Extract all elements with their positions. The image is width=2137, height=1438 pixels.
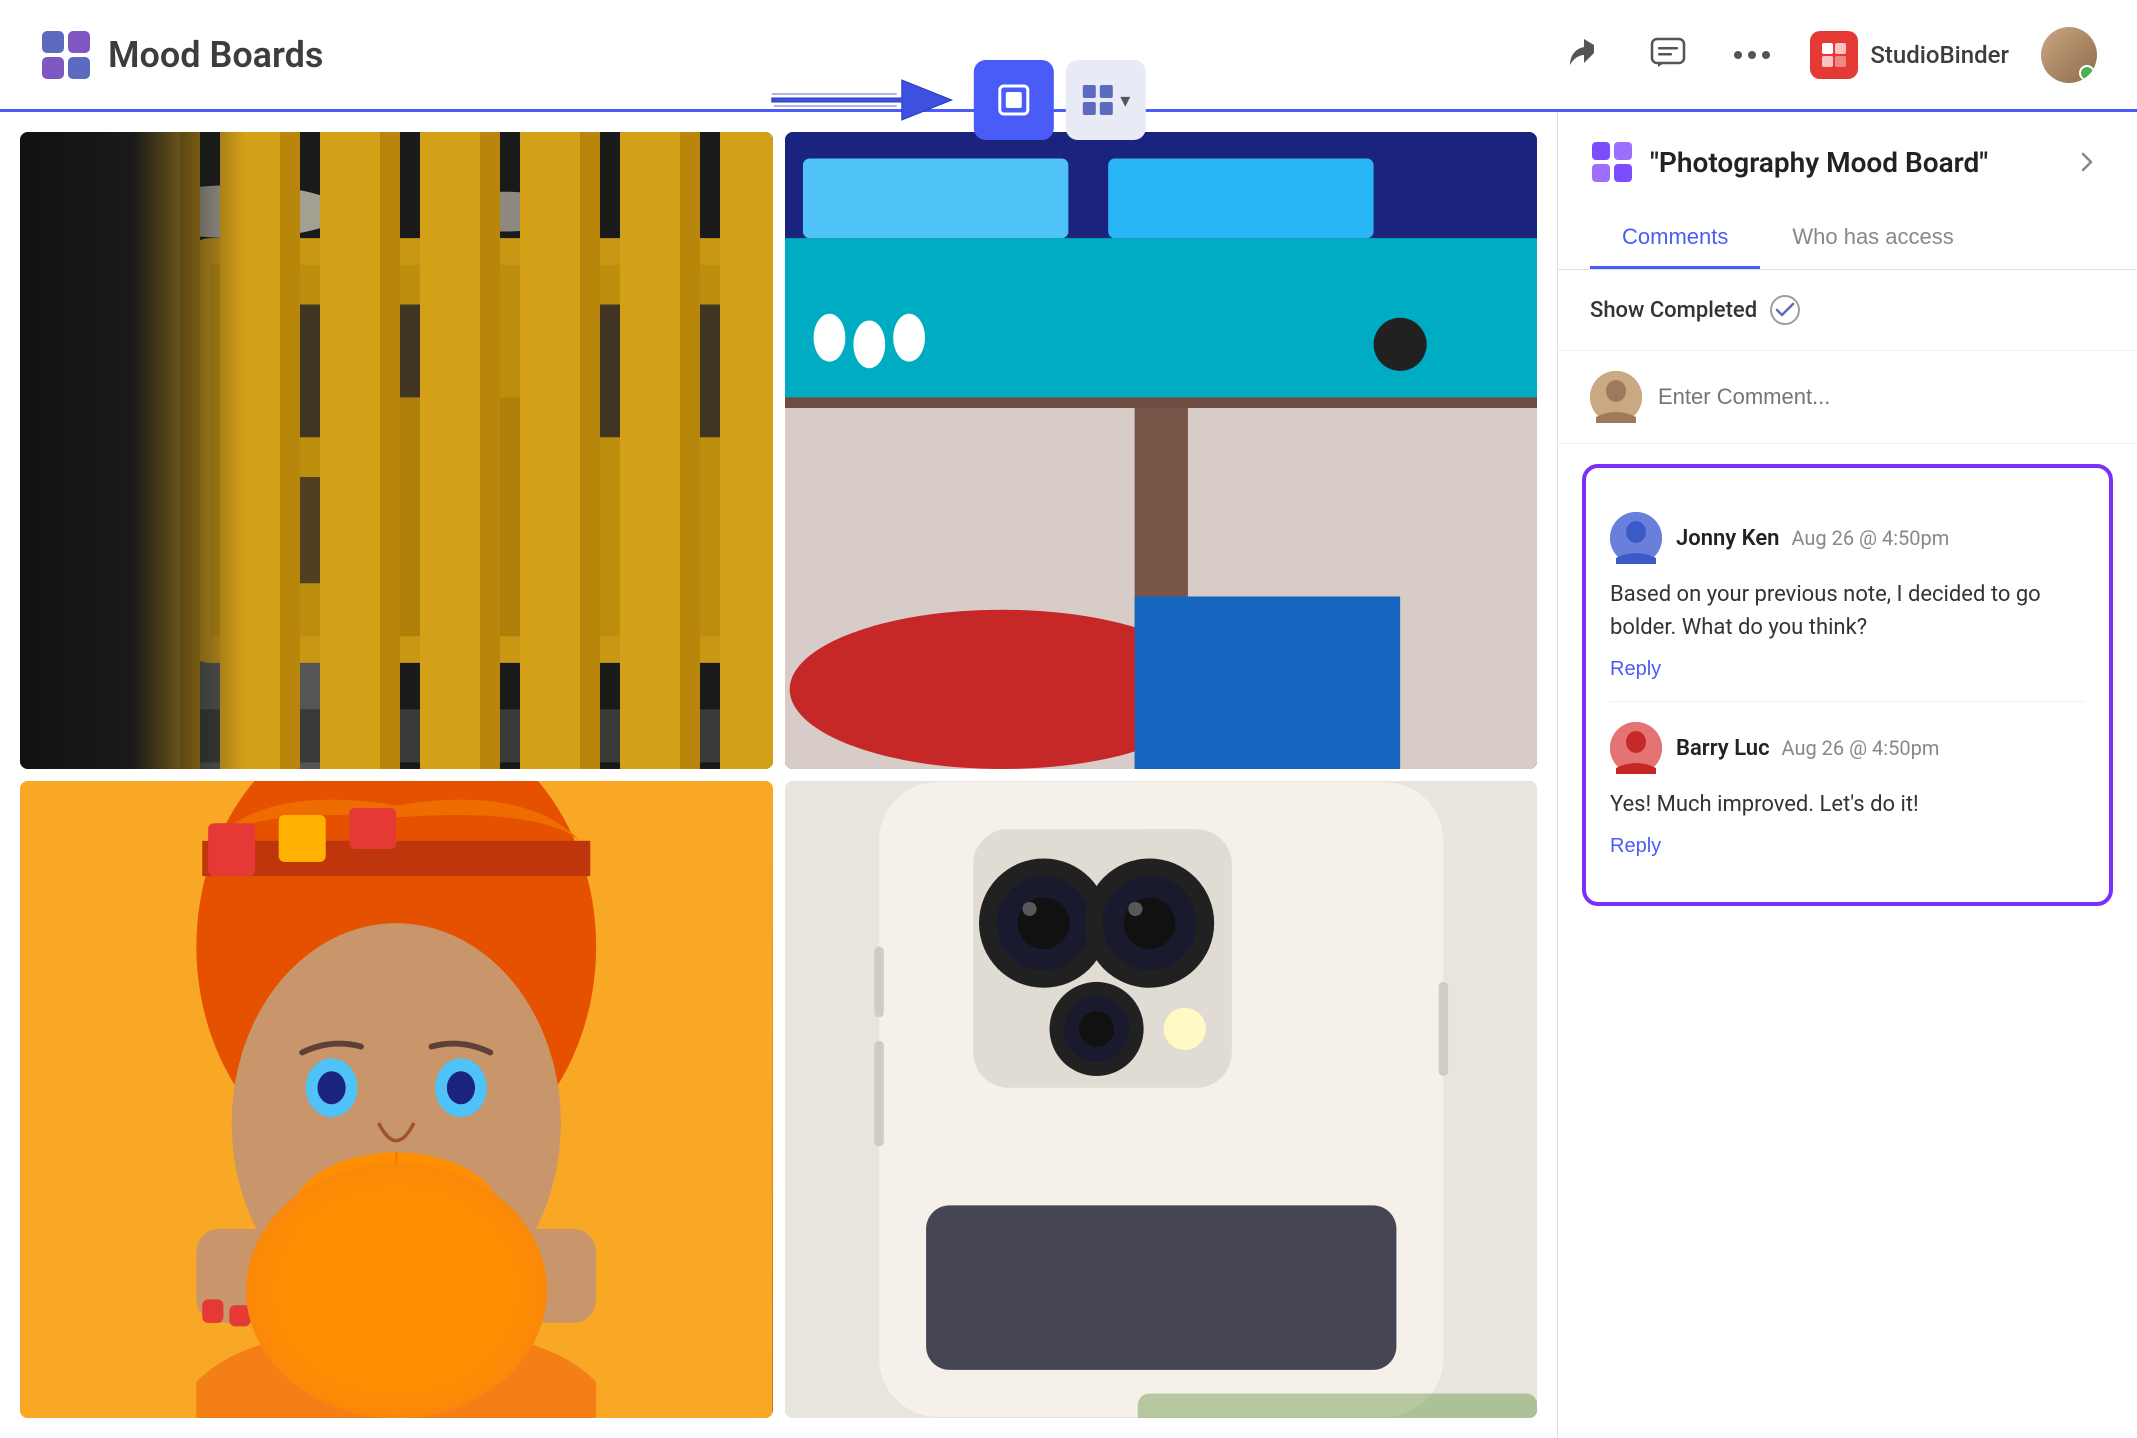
completed-check-icon[interactable] bbox=[1769, 294, 1801, 326]
header-actions: StudioBinder bbox=[1558, 27, 2097, 83]
tab-who-has-access[interactable]: Who has access bbox=[1760, 208, 1985, 269]
comment-input-row bbox=[1558, 351, 2137, 444]
comment-author: Jonny Ken bbox=[1676, 526, 1779, 551]
select-icon bbox=[995, 82, 1031, 118]
share-button[interactable] bbox=[1558, 29, 1610, 81]
comment-time: Aug 26 @ 4:50pm bbox=[1782, 736, 1940, 760]
image-subway-train bbox=[20, 132, 773, 769]
comments-area: Jonny Ken Aug 26 @ 4:50pm Based on your … bbox=[1558, 444, 2137, 1438]
comment-input[interactable] bbox=[1658, 384, 2105, 410]
reply-button[interactable]: Reply bbox=[1610, 835, 1661, 858]
panel-header: "Photography Mood Board" Comments Who ha… bbox=[1558, 112, 2137, 270]
header: Mood Boards ▾ bbox=[0, 0, 2137, 112]
comments-icon bbox=[1650, 37, 1686, 73]
image-grid bbox=[0, 112, 1557, 1438]
grid-tool-button[interactable]: ▾ bbox=[1065, 60, 1145, 140]
arrow-indicator bbox=[761, 60, 961, 140]
user-avatar[interactable] bbox=[2041, 27, 2097, 83]
tab-comments[interactable]: Comments bbox=[1590, 208, 1760, 269]
panel-title-row: "Photography Mood Board" bbox=[1590, 140, 2105, 184]
toolbar: ▾ bbox=[761, 60, 1145, 140]
main-container: "Photography Mood Board" Comments Who ha… bbox=[0, 112, 2137, 1438]
show-completed-label: Show Completed bbox=[1590, 298, 1757, 323]
comment-text: Yes! Much improved. Let's do it! bbox=[1610, 788, 2085, 821]
highlighted-comment-card: Jonny Ken Aug 26 @ 4:50pm Based on your … bbox=[1582, 464, 2113, 906]
studio-binder-button[interactable]: StudioBinder bbox=[1810, 31, 2009, 79]
comment-meta: Jonny Ken Aug 26 @ 4:50pm bbox=[1676, 526, 1949, 551]
comment-header: Barry Luc Aug 26 @ 4:50pm bbox=[1610, 722, 2085, 774]
right-panel: "Photography Mood Board" Comments Who ha… bbox=[1557, 112, 2137, 1438]
reply-button[interactable]: Reply bbox=[1610, 658, 1661, 681]
comment-time: Aug 26 @ 4:50pm bbox=[1791, 526, 1949, 550]
online-indicator bbox=[2079, 65, 2095, 81]
comments-button[interactable] bbox=[1642, 29, 1694, 81]
grid-icon bbox=[1080, 82, 1116, 118]
image-phone bbox=[785, 781, 1538, 1418]
studio-binder-logo-icon bbox=[1810, 31, 1858, 79]
board-icon bbox=[1590, 140, 1634, 184]
jonny-avatar bbox=[1610, 512, 1662, 564]
image-bowling bbox=[785, 132, 1538, 769]
share-icon bbox=[1566, 37, 1602, 73]
panel-expand-button[interactable] bbox=[2069, 144, 2105, 180]
select-tool-button[interactable] bbox=[973, 60, 1053, 140]
current-user-avatar bbox=[1590, 371, 1642, 423]
chevron-right-icon bbox=[2075, 150, 2099, 174]
comment-header: Jonny Ken Aug 26 @ 4:50pm bbox=[1610, 512, 2085, 564]
studio-binder-label: StudioBinder bbox=[1870, 41, 2009, 69]
image-woman bbox=[20, 781, 773, 1418]
header-logo: Mood Boards bbox=[40, 29, 323, 81]
comment-meta: Barry Luc Aug 26 @ 4:50pm bbox=[1676, 736, 1939, 761]
grid-chevron-icon: ▾ bbox=[1120, 88, 1130, 113]
mood-boards-icon bbox=[40, 29, 92, 81]
more-icon bbox=[1734, 50, 1770, 60]
comment-item: Barry Luc Aug 26 @ 4:50pm Yes! Much impr… bbox=[1610, 701, 2085, 878]
panel-tabs: Comments Who has access bbox=[1590, 208, 2105, 269]
comment-author: Barry Luc bbox=[1676, 736, 1770, 761]
app-title: Mood Boards bbox=[108, 34, 323, 76]
comment-item: Jonny Ken Aug 26 @ 4:50pm Based on your … bbox=[1610, 492, 2085, 701]
comment-text: Based on your previous note, I decided t… bbox=[1610, 578, 2085, 644]
barry-avatar bbox=[1610, 722, 1662, 774]
panel-title: "Photography Mood Board" bbox=[1650, 146, 2053, 179]
more-options-button[interactable] bbox=[1726, 29, 1778, 81]
show-completed-row: Show Completed bbox=[1558, 270, 2137, 351]
